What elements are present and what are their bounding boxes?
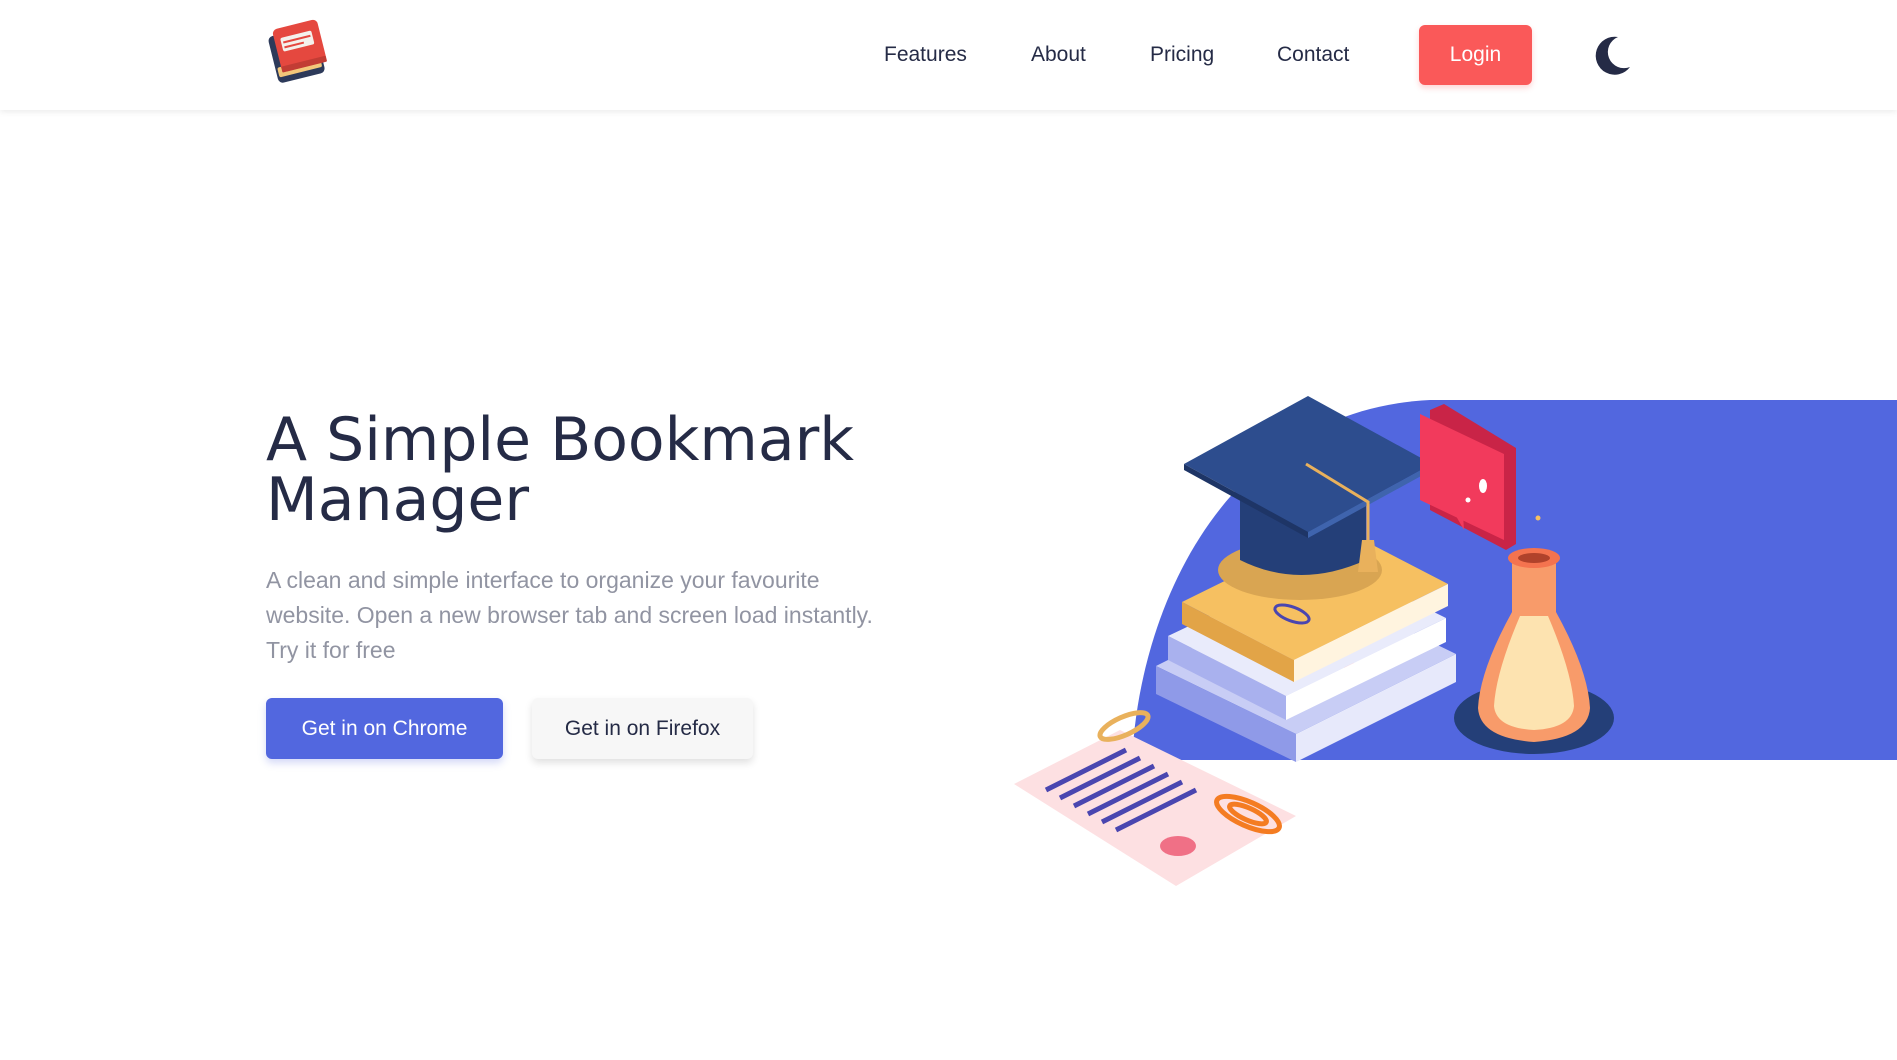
nav-about[interactable]: About <box>1031 43 1086 67</box>
hero-description: A clean and simple interface to organize… <box>266 567 873 663</box>
graduation-books-illustration <box>1014 396 1897 886</box>
nav-features[interactable]: Features <box>884 43 967 67</box>
hero-title: A Simple Bookmark Manager <box>266 405 855 535</box>
get-chrome-button[interactable]: Get in on Chrome <box>266 698 503 759</box>
nav-pricing[interactable]: Pricing <box>1150 43 1214 67</box>
landing-page: Features About Pricing Contact Login A S… <box>0 0 1897 1060</box>
bookmark-book-logo[interactable] <box>266 18 332 86</box>
get-firefox-button[interactable]: Get in on Firefox <box>532 698 753 759</box>
site-header: Features About Pricing Contact Login <box>0 0 1897 110</box>
login-button[interactable]: Login <box>1419 25 1532 85</box>
moon-icon[interactable] <box>1590 33 1634 77</box>
nav-contact[interactable]: Contact <box>1277 43 1349 67</box>
